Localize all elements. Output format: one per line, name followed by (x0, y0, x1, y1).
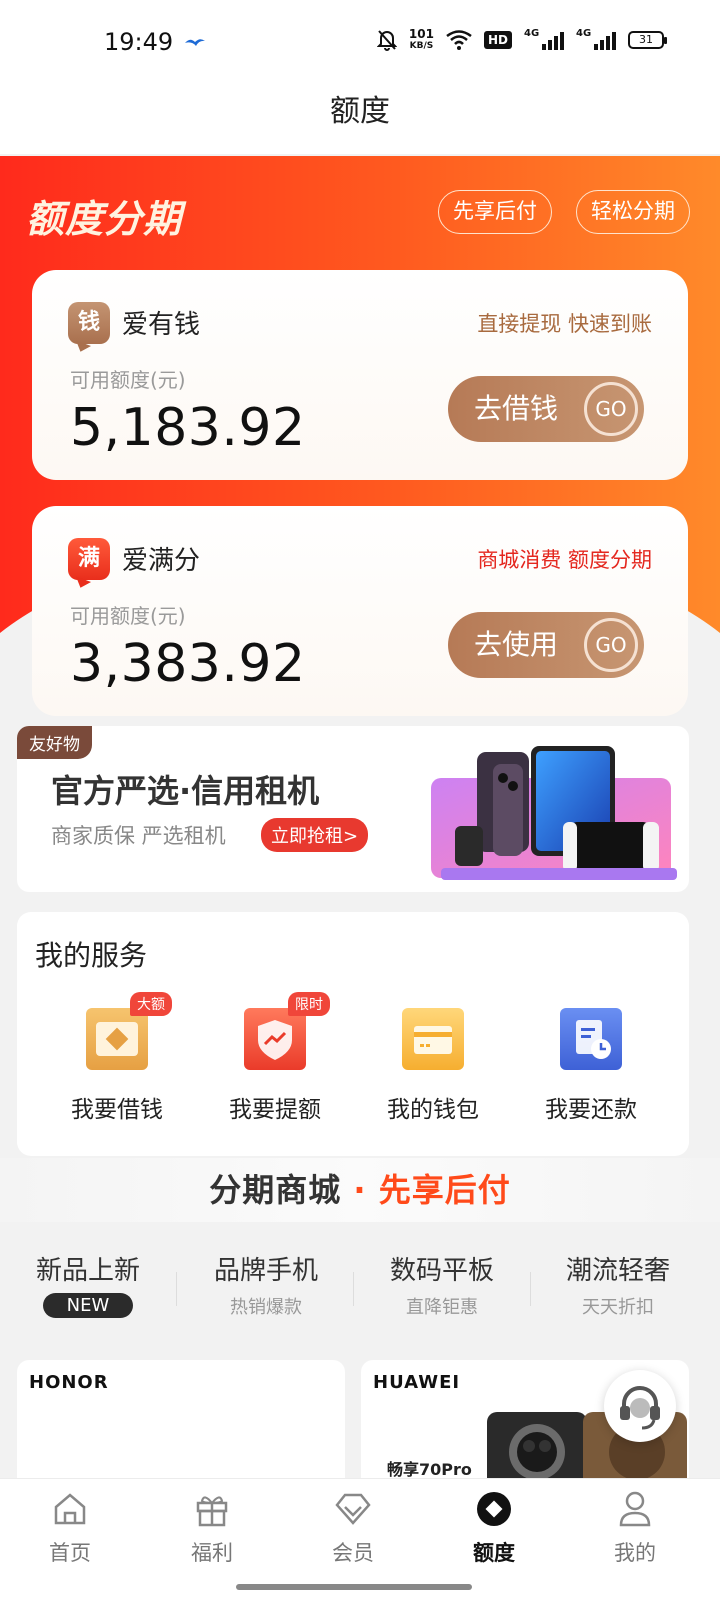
nav-label: 会员 (332, 1541, 374, 1565)
hero-title: 额度分期 (26, 197, 183, 241)
page-title: 额度 (330, 94, 390, 129)
headset-icon (620, 1386, 660, 1430)
devices-illustration-icon (431, 746, 677, 880)
card-name: 爱满分 (122, 546, 201, 576)
product-brand: HUAWEI (373, 1372, 461, 1393)
nav-quota[interactable]: 额度 (444, 1489, 544, 1567)
tab-trendy-luxury[interactable]: 潮流轻奢 天天折扣 (530, 1250, 706, 1319)
page-header: 额度 (0, 88, 720, 154)
nav-member[interactable]: 会员 (303, 1489, 403, 1567)
status-time: 19:49 (104, 28, 174, 56)
mute-bell-icon (376, 30, 397, 51)
network-speed: 101 KB/S (408, 27, 434, 51)
product-model: 畅享70Pro (387, 1460, 472, 1479)
go-icon: GO (584, 382, 638, 436)
available-quota-amount: 5,183.92 (70, 398, 306, 458)
aimanfen-card[interactable]: 满 爱满分 商城消费 额度分期 可用额度(元) 3,383.92 去使用 GO (32, 506, 688, 716)
available-quota-amount: 3,383.92 (70, 634, 306, 694)
tab-title: 品牌手机 (213, 1256, 318, 1286)
gift-icon (196, 1496, 228, 1527)
man-logo-icon: 满 (68, 538, 110, 580)
tab-subtitle: 天天折扣 (582, 1297, 654, 1318)
product-card-honor[interactable]: HONOR (17, 1360, 345, 1490)
mall-category-tabs: 新品上新 NEW 品牌手机 热销爆款 数码平板 直降钜惠 潮流轻奢 天天折扣 (0, 1250, 720, 1340)
tab-subtitle: 直降钜惠 (406, 1297, 478, 1318)
status-icons: 101 KB/S HD 4G 4G 31 (376, 27, 667, 52)
installment-mall-banner: 分期商城 · 先享后付 (0, 1158, 720, 1222)
limited-time-badge: 限时 (288, 992, 330, 1016)
promo-subtitle: 商家质保 严选租机 (51, 824, 226, 848)
service-label: 我要借钱 (71, 1097, 163, 1123)
shield-up-icon: 限时 (244, 992, 330, 1070)
coin-icon: 大额 (86, 992, 172, 1070)
card-tagline: 商城消费 额度分期 (477, 548, 652, 572)
tab-title: 新品上新 (35, 1256, 140, 1286)
service-label: 我要提额 (229, 1097, 321, 1123)
mall-title: 分期商城 · 先享后付 (209, 1171, 511, 1209)
tab-digital-tablets[interactable]: 数码平板 直降钜惠 (354, 1250, 530, 1319)
signal-1-icon: 4G (524, 28, 564, 50)
available-quota-label: 可用额度(元) (70, 604, 186, 628)
promo-title: 官方严选·信用租机 (51, 772, 320, 810)
home-icon (54, 1493, 86, 1525)
nav-profile[interactable]: 我的 (585, 1489, 685, 1567)
tab-subtitle: 热销爆款 (230, 1297, 302, 1318)
tab-divider (176, 1272, 177, 1306)
customer-service-button[interactable] (604, 1370, 676, 1442)
signal-2-icon: 4G (576, 28, 616, 50)
nav-welfare[interactable]: 福利 (162, 1489, 262, 1567)
diamond-icon (335, 1493, 371, 1525)
hd-voice-badge: HD (483, 31, 512, 49)
rental-promo-banner[interactable]: 友好物 官方严选·信用租机 商家质保 严选租机 立即抢租> (17, 726, 689, 892)
notification-bird-icon (185, 39, 205, 46)
service-borrow[interactable]: 大额 我要借钱 (37, 992, 197, 1124)
nav-label: 首页 (49, 1541, 91, 1565)
service-label: 我的钱包 (387, 1097, 479, 1123)
service-raise-limit[interactable]: 限时 我要提额 (195, 992, 355, 1124)
status-bar: 19:49 101 KB/S HD 4G 4G 31 (0, 0, 720, 88)
bottom-navigation: 首页 福利 会员 额度 我的 (0, 1478, 720, 1600)
use-button-label: 去使用 (474, 628, 559, 661)
home-indicator[interactable] (236, 1584, 472, 1590)
service-wallet[interactable]: 我的钱包 (353, 1008, 513, 1124)
rent-now-button[interactable]: 立即抢租> (261, 818, 369, 852)
services-title: 我的服务 (35, 939, 148, 972)
qian-logo-icon: 钱 (68, 302, 110, 344)
borrow-button-label: 去借钱 (474, 392, 559, 425)
wallet-icon (402, 1008, 464, 1070)
my-services-panel: 我的服务 大额 我要借钱 限时 我要提额 我的钱包 我要还款 (17, 912, 689, 1156)
service-label: 我要还款 (545, 1097, 637, 1123)
tab-brand-phones[interactable]: 品牌手机 热销爆款 (178, 1250, 354, 1319)
service-repay[interactable]: 我要还款 (511, 1008, 671, 1124)
big-amount-badge: 大额 (130, 992, 172, 1016)
promo-tag: 友好物 (17, 726, 92, 759)
pay-later-pill[interactable]: 先享后付 (438, 190, 552, 234)
new-badge: NEW (42, 1293, 134, 1318)
use-button[interactable]: 去使用 GO (448, 612, 644, 678)
tab-title: 数码平板 (389, 1256, 494, 1286)
go-icon: GO (584, 618, 638, 672)
tab-new-arrivals[interactable]: 新品上新 NEW (0, 1250, 176, 1318)
profile-icon (619, 1491, 651, 1527)
wifi-icon (446, 30, 472, 50)
tab-title: 潮流轻奢 (565, 1256, 670, 1286)
nav-label: 福利 (191, 1541, 233, 1565)
borrow-button[interactable]: 去借钱 GO (448, 376, 644, 442)
quota-hero: 额度分期 先享后付 轻松分期 钱 爱有钱 直接提现 快速到账 可用额度(元) 5… (0, 156, 720, 716)
battery-icon: 31 (628, 31, 667, 49)
nav-home[interactable]: 首页 (20, 1489, 120, 1567)
product-brand: HONOR (29, 1372, 109, 1393)
card-name: 爱有钱 (122, 310, 201, 340)
repay-clock-icon (560, 1008, 622, 1070)
card-tagline: 直接提现 快速到账 (477, 312, 652, 336)
nav-label: 额度 (473, 1541, 515, 1565)
available-quota-label: 可用额度(元) (70, 368, 186, 392)
aiyouqian-card[interactable]: 钱 爱有钱 直接提现 快速到账 可用额度(元) 5,183.92 去借钱 GO (32, 270, 688, 480)
quota-icon (477, 1492, 511, 1526)
nav-label: 我的 (614, 1541, 656, 1565)
easy-installment-pill[interactable]: 轻松分期 (576, 190, 690, 234)
